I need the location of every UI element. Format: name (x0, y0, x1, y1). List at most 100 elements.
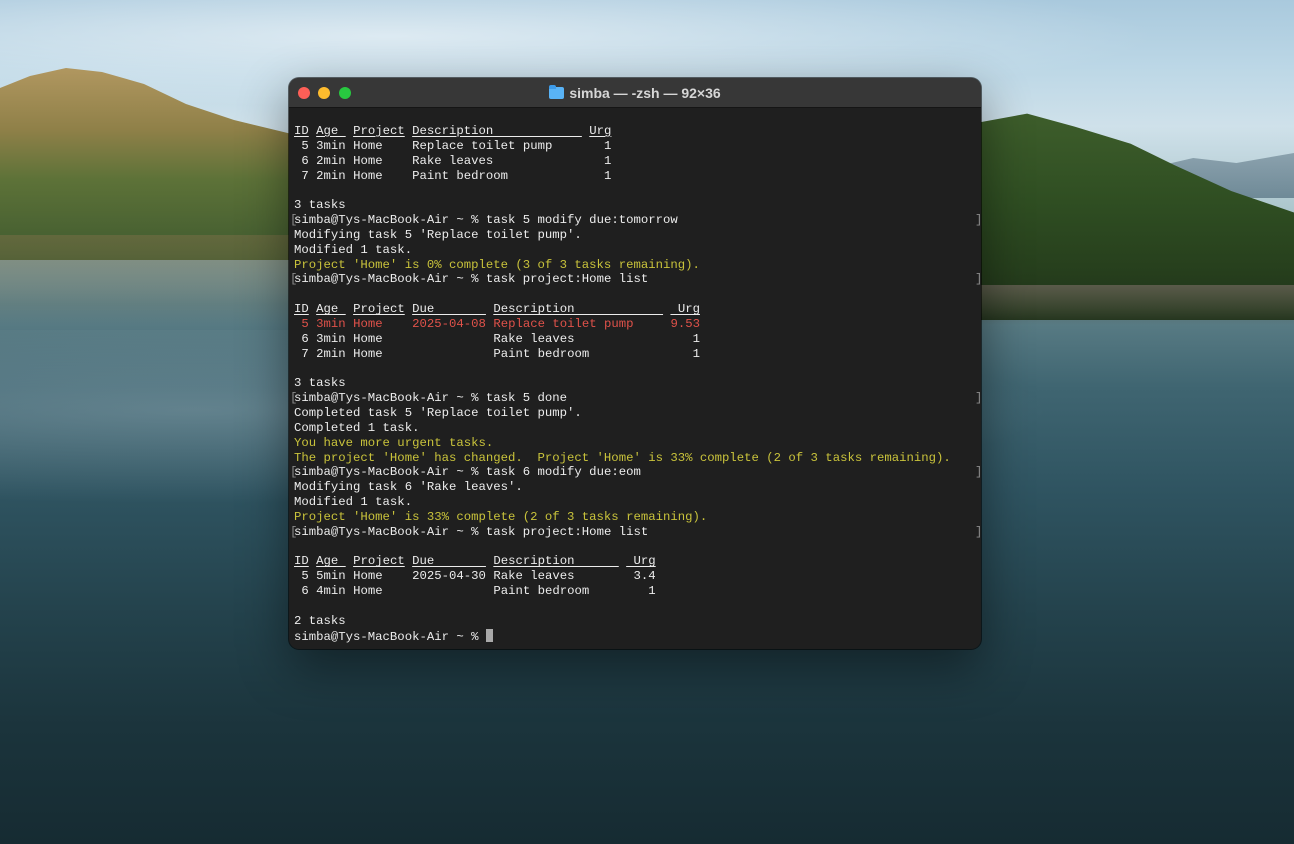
table-cell: Home (353, 153, 405, 168)
line-text: The project 'Home' has changed. Project … (294, 450, 951, 465)
output-line: Modifying task 5 'Replace toilet pump'. (294, 228, 978, 243)
line-text: 2 tasks (294, 613, 346, 628)
table-cell: 5 (294, 138, 309, 153)
command-text: task project:Home list (485, 524, 649, 539)
table-cell: 6 (294, 584, 309, 599)
table-cell: Home (353, 584, 405, 599)
prompt-line: [simba@Tys-MacBook-Air ~ % task project:… (290, 524, 981, 540)
prompt-mark-left: [ (290, 465, 298, 480)
column-header: Project (353, 554, 405, 569)
table-cell: 5 (294, 316, 309, 331)
task-count: 3 tasks (294, 376, 978, 391)
table-cell: Rake leaves (493, 569, 619, 584)
column-header: Description (493, 302, 664, 317)
table-cell: 3min (316, 331, 346, 346)
table-cell: Home (353, 346, 405, 361)
prompt-text: simba@Tys-MacBook-Air ~ % (294, 391, 486, 406)
output-line: Modifying task 6 'Rake leaves'. (294, 480, 978, 495)
info-line: Project 'Home' is 33% complete (2 of 3 t… (294, 510, 978, 525)
table-cell: 2min (316, 168, 346, 183)
terminal-window[interactable]: simba — -zsh — 92×36 ID Age Project Desc… (289, 78, 981, 649)
prompt-mark-right: ] (975, 465, 981, 480)
terminal-content[interactable]: ID Age Project Description Urg 5 3min Ho… (290, 124, 981, 644)
table-cell: 6 (294, 331, 309, 346)
prompt-line: [simba@Tys-MacBook-Air ~ % task 6 modify… (290, 465, 981, 480)
table-cell: 7 (294, 168, 309, 183)
output-line: Completed task 5 'Replace toilet pump'. (294, 406, 978, 421)
table-cell: Rake leaves (493, 331, 664, 346)
table-cell: 2025-04-30 (412, 569, 486, 584)
table-cell (412, 584, 486, 598)
table-row: 6 4min Home Paint bedroom 1 (294, 584, 978, 599)
table-cell: Home (353, 138, 405, 153)
table-row: 7 2min Home Paint bedroom 1 (294, 169, 978, 184)
table-cell: 3min (316, 316, 346, 331)
table-cell: 5min (316, 569, 346, 584)
column-header: Project (353, 124, 405, 138)
table-cell (412, 347, 486, 361)
table-cell: 1 (589, 138, 612, 153)
prompt-line: [simba@Tys-MacBook-Air ~ % task 5 modify… (290, 213, 981, 228)
table-cell: Home (353, 569, 405, 584)
text-cursor[interactable] (485, 628, 493, 642)
folder-icon (549, 84, 565, 99)
column-header: ID (294, 302, 309, 317)
prompt-text: simba@Tys-MacBook-Air ~ % (294, 629, 486, 644)
table-cell: 1 (626, 584, 656, 599)
task-count: 3 tasks (294, 198, 978, 213)
command-text: task 6 modify due:eom (485, 465, 641, 480)
table-cell: 1 (670, 346, 700, 361)
table-row: 5 3min Home Replace toilet pump 1 (294, 139, 978, 154)
column-header: Due (412, 554, 486, 569)
info-line: The project 'Home' has changed. Project … (294, 451, 978, 466)
prompt-text: simba@Tys-MacBook-Air ~ % (294, 465, 486, 480)
prompt-text: simba@Tys-MacBook-Air ~ % (294, 524, 486, 539)
line-text: Modifying task 6 'Rake leaves'. (294, 480, 523, 495)
table-cell: 1 (589, 153, 612, 168)
prompt-mark-left: [ (290, 391, 298, 406)
column-header: Age (316, 302, 346, 317)
table-row: 5 5min Home 2025-04-30 Rake leaves 3.4 (294, 569, 978, 584)
prompt-mark-right: ] (975, 213, 981, 228)
window-title: simba — -zsh — 92×36 (289, 78, 981, 107)
table-row: 7 2min Home Paint bedroom 1 (294, 347, 978, 362)
prompt-text: simba@Tys-MacBook-Air ~ % (294, 213, 486, 228)
line-text: 3 tasks (294, 198, 346, 213)
column-header: Urg (589, 124, 612, 138)
output-line: Modified 1 task. (294, 495, 978, 510)
prompt-mark-left: [ (290, 213, 298, 228)
column-header: ID (294, 124, 309, 138)
desktop-shore-left (0, 235, 300, 325)
prompt-line: [simba@Tys-MacBook-Air ~ % task project:… (290, 272, 981, 287)
line-text: Modified 1 task. (294, 242, 413, 257)
table-cell (412, 332, 486, 346)
line-text: Project 'Home' is 0% complete (3 of 3 ta… (294, 257, 700, 272)
command-text: task 5 modify due:tomorrow (485, 213, 678, 228)
table-cell: 2min (316, 346, 346, 361)
column-header: Urg (626, 554, 656, 569)
command-text: task 5 done (485, 391, 568, 406)
prompt-mark-right: ] (975, 525, 981, 540)
prompt-mark-right: ] (975, 272, 981, 287)
window-titlebar[interactable]: simba — -zsh — 92×36 (289, 78, 981, 108)
table-cell: Home (353, 316, 405, 331)
table-cell: 1 (670, 331, 700, 346)
output-line: Completed 1 task. (294, 421, 978, 436)
table-cell: 7 (294, 346, 309, 361)
desktop-shore-right (980, 285, 1294, 325)
column-header: Age (316, 554, 346, 569)
line-text: Modifying task 5 'Replace toilet pump'. (294, 227, 582, 242)
